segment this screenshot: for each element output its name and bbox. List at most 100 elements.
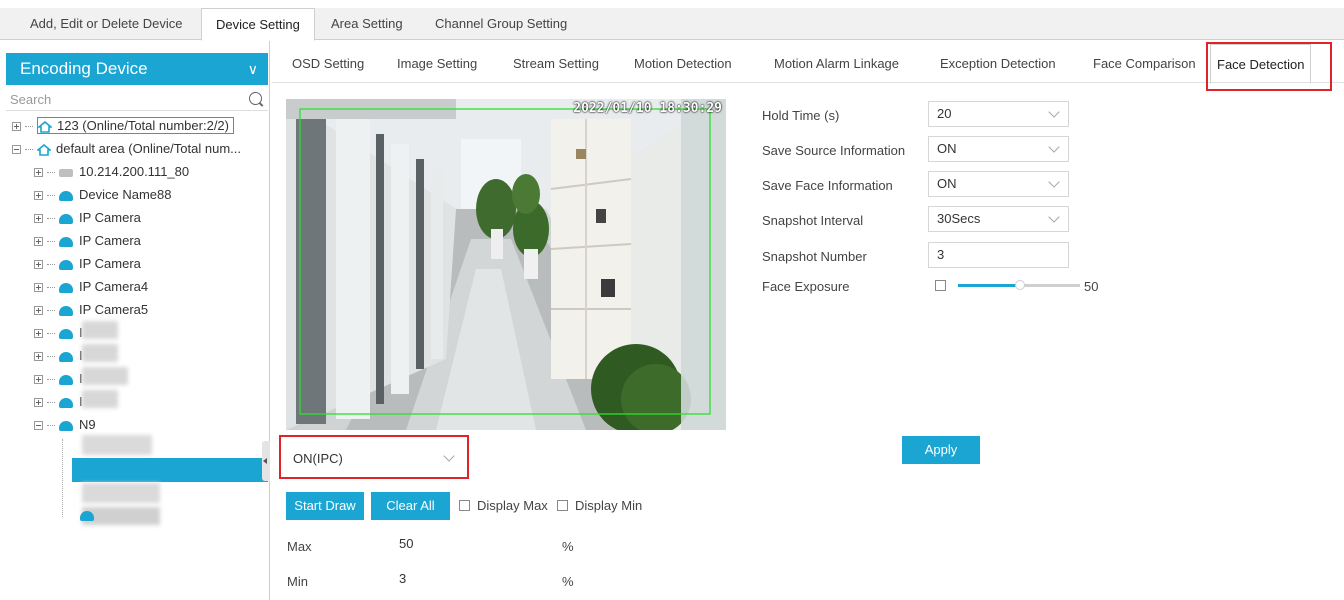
max-input[interactable]: 50: [391, 532, 559, 558]
redacted-label: [82, 321, 118, 339]
expand-icon[interactable]: [34, 214, 43, 224]
display-min-checkbox[interactable]: [557, 500, 568, 511]
tree-item-label: 123 (Online/Total number:2/2): [57, 118, 229, 133]
device-tree-panel: Encoding Device ∨ Search 123 (Online/Tot…: [0, 41, 270, 600]
camera-icon: [59, 213, 73, 224]
expand-icon[interactable]: [34, 329, 43, 339]
tab-channel-group-setting[interactable]: Channel Group Setting: [421, 8, 581, 41]
tab-motion-alarm-linkage[interactable]: Motion Alarm Linkage: [774, 48, 899, 80]
tab-face-comparison[interactable]: Face Comparison: [1093, 48, 1196, 80]
apply-button[interactable]: Apply: [902, 436, 980, 464]
camera-icon: [59, 236, 73, 247]
face-exposure-slider-handle[interactable]: [1015, 280, 1025, 290]
search-input[interactable]: Search: [6, 89, 268, 111]
expand-icon[interactable]: [34, 191, 43, 201]
highlight-box-face-detection: [1206, 42, 1332, 91]
start-draw-button[interactable]: Start Draw: [286, 492, 364, 520]
tree-item-device[interactable]: IP Camera4: [34, 276, 148, 298]
redacted-channel[interactable]: [82, 435, 152, 455]
tab-add-edit-delete-device[interactable]: Add, Edit or Delete Device: [16, 8, 196, 41]
tree-item-default-area[interactable]: default area (Online/Total num...: [12, 138, 241, 160]
collapse-icon[interactable]: [34, 421, 43, 431]
tree-item-device[interactable]: I: [34, 345, 83, 367]
tab-image-setting[interactable]: Image Setting: [397, 48, 477, 80]
tree-connector: [47, 379, 55, 381]
tree-item-device[interactable]: IP Camera5: [34, 299, 148, 321]
chevron-down-icon: ∨: [247, 61, 258, 77]
tree-item-device[interactable]: IP Camera: [34, 207, 141, 229]
tab-osd-setting[interactable]: OSD Setting: [292, 48, 364, 80]
camera-icon: [59, 328, 73, 339]
expand-icon[interactable]: [34, 398, 43, 408]
tree-item-device[interactable]: IP Camera: [34, 253, 141, 275]
expand-icon[interactable]: [12, 122, 21, 132]
face-exposure-slider-fill: [958, 284, 1020, 287]
tab-device-setting[interactable]: Device Setting: [201, 8, 315, 41]
face-exposure-checkbox[interactable]: [935, 280, 946, 291]
expand-icon[interactable]: [34, 306, 43, 316]
expand-icon[interactable]: [34, 283, 43, 293]
snapshot-interval-label: Snapshot Interval: [762, 213, 864, 228]
camera-icon: [59, 351, 73, 362]
expand-icon[interactable]: [34, 260, 43, 270]
display-max-checkbox[interactable]: [459, 500, 470, 511]
tree-item-device[interactable]: 10.214.200.111_80: [34, 161, 189, 183]
tree-item-label: default area (Online/Total num...: [56, 141, 241, 156]
camera-icon: [59, 397, 73, 408]
tree-item-device[interactable]: I: [34, 368, 83, 390]
chevron-down-icon: [1048, 176, 1060, 188]
search-icon[interactable]: [249, 92, 262, 105]
redacted-label: [82, 367, 128, 385]
min-label: Min: [287, 574, 308, 589]
expand-icon[interactable]: [34, 375, 43, 385]
snapshot-number-input[interactable]: 3: [928, 242, 1069, 268]
face-exposure-slider-track[interactable]: [1020, 284, 1080, 287]
search-placeholder: Search: [10, 92, 52, 107]
expand-icon[interactable]: [34, 237, 43, 247]
save-source-value: ON: [937, 141, 957, 156]
tree-connector: [47, 425, 55, 427]
expand-icon[interactable]: [34, 168, 43, 178]
clear-all-button[interactable]: Clear All: [371, 492, 450, 520]
tree-item-device[interactable]: I: [34, 391, 83, 413]
tree-item-device[interactable]: I: [34, 322, 83, 344]
tab-exception-detection[interactable]: Exception Detection: [940, 48, 1056, 80]
tab-stream-setting[interactable]: Stream Setting: [513, 48, 599, 80]
redacted-label: [82, 344, 118, 362]
tab-area-setting[interactable]: Area Setting: [317, 8, 417, 41]
snapshot-interval-value: 30Secs: [937, 211, 981, 226]
snapshot-interval-select[interactable]: 30Secs: [928, 206, 1069, 232]
save-source-select[interactable]: ON: [928, 136, 1069, 162]
encoding-device-dropdown[interactable]: Encoding Device ∨: [6, 53, 268, 85]
hold-time-label: Hold Time (s): [762, 108, 840, 123]
tree-connector: [62, 439, 63, 517]
selected-channel[interactable]: [72, 458, 268, 482]
save-face-select[interactable]: ON: [928, 171, 1069, 197]
expand-icon[interactable]: [34, 352, 43, 362]
camera-icon: [59, 259, 73, 270]
tree-item-device[interactable]: Device Name88: [34, 184, 172, 206]
tree-connector: [47, 287, 55, 289]
face-exposure-label: Face Exposure: [762, 279, 850, 294]
tree-item-label: N9: [79, 417, 96, 432]
camera-preview[interactable]: 2022/01/10 18:30:29: [286, 99, 726, 430]
display-min-label: Display Min: [575, 498, 643, 513]
tree-connector: [25, 126, 33, 128]
nvr-icon: [59, 168, 73, 177]
tree-connector: [47, 356, 55, 358]
min-input[interactable]: 3: [391, 567, 559, 593]
tree-item-device[interactable]: IP Camera: [34, 230, 141, 252]
tree-item-label: Device Name88: [79, 187, 172, 202]
tree-item-selected-box: 123 (Online/Total number:2/2): [37, 117, 234, 134]
tree-item-area-123[interactable]: 123 (Online/Total number:2/2): [12, 115, 234, 137]
tab-motion-detection[interactable]: Motion Detection: [634, 48, 732, 80]
tree-item-n9[interactable]: N9: [34, 414, 96, 436]
tree-connector: [47, 310, 55, 312]
tree-connector: [47, 333, 55, 335]
collapse-panel-handle[interactable]: [262, 441, 270, 481]
home-icon: [37, 143, 51, 156]
tree-item-label: IP Camera: [79, 233, 141, 248]
redacted-channel[interactable]: [82, 483, 160, 503]
collapse-icon[interactable]: [12, 145, 21, 155]
hold-time-select[interactable]: 20: [928, 101, 1069, 127]
